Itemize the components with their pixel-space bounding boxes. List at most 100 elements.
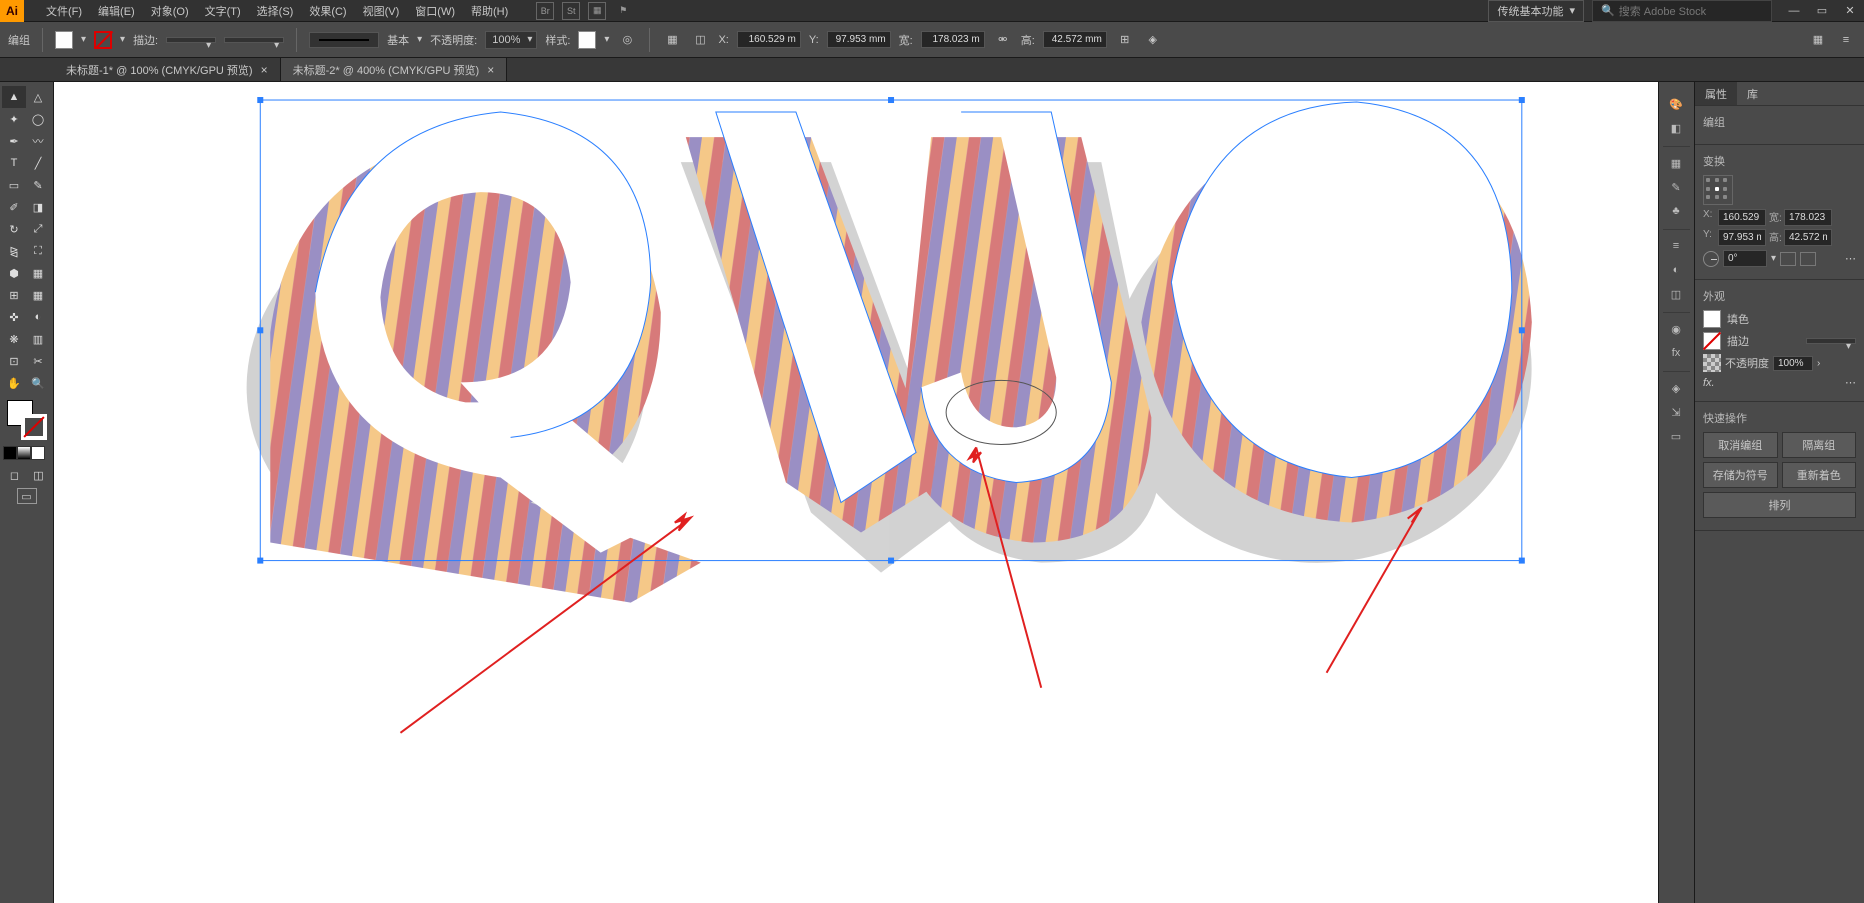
chevron-down-icon[interactable]: ▾ [417,34,422,45]
document-tab[interactable]: 未标题-1* @ 100% (CMYK/GPU 预览) × [54,58,281,81]
fill-color-swatch[interactable] [55,31,73,49]
gradient-panel-icon[interactable]: ◐ [1663,260,1689,280]
selection-tool[interactable]: ▲ [2,86,26,108]
prop-h-input[interactable] [1784,229,1832,246]
prop-angle-input[interactable] [1723,250,1767,267]
transform-icon[interactable]: ◫ [690,30,710,50]
w-input[interactable] [921,31,985,48]
magic-wand-tool[interactable]: ✦ [2,108,26,130]
menu-file[interactable]: 文件(F) [38,0,90,22]
artboard-tool[interactable]: ⊡ [2,350,26,372]
opacity-input[interactable]: 100% [485,31,537,49]
pen-tool[interactable]: ✒ [2,130,26,152]
shaper-tool[interactable]: ✐ [2,196,26,218]
menu-help[interactable]: 帮助(H) [463,0,516,22]
perspective-tool[interactable]: ▦ [26,262,50,284]
h-input[interactable] [1043,31,1107,48]
graphic-style-swatch[interactable] [578,31,596,49]
document-tab[interactable]: 未标题-2* @ 400% (CMYK/GPU 预览) × [281,58,508,81]
prop-x-input[interactable] [1718,209,1766,226]
ungroup-button[interactable]: 取消编组 [1703,432,1778,458]
appearance-stroke-weight[interactable] [1806,338,1856,344]
zoom-tool[interactable]: 🔍 [26,372,50,394]
gradient-tool[interactable]: ▦ [26,284,50,306]
menu-view[interactable]: 视图(V) [355,0,408,22]
save-symbol-button[interactable]: 存储为符号 [1703,462,1778,488]
symbols-panel-icon[interactable]: ♣ [1663,201,1689,221]
more-options-icon[interactable]: ⋯ [1845,252,1856,265]
menu-window[interactable]: 窗口(W) [407,0,463,22]
eyedropper-tool[interactable]: ✜ [2,306,26,328]
bridge-icon[interactable]: Br [536,2,554,20]
opacity-arrow-icon[interactable]: › [1817,358,1820,369]
blend-tool[interactable]: ◐ [26,306,50,328]
isolate-button[interactable]: 隔离组 [1782,432,1857,458]
menu-effect[interactable]: 效果(C) [301,0,354,22]
slice-tool[interactable]: ✂ [26,350,50,372]
swatches-panel-icon[interactable]: ▦ [1663,153,1689,173]
lasso-tool[interactable]: ◯ [26,108,50,130]
fx-label[interactable]: fx. [1703,377,1715,389]
line-tool[interactable]: ╱ [26,152,50,174]
arrange-docs-icon[interactable]: ▦ [588,2,606,20]
minimize-button[interactable]: — [1780,0,1808,22]
arrange-button[interactable]: 排列 [1703,492,1856,518]
flip-horizontal-icon[interactable] [1780,252,1796,266]
appearance-stroke-swatch[interactable] [1703,332,1721,350]
appearance-panel-icon[interactable]: ◉ [1663,319,1689,339]
draw-mode-normal[interactable]: ◻ [3,464,27,486]
mesh-tool[interactable]: ⊞ [2,284,26,306]
prop-w-input[interactable] [1784,209,1832,226]
layers-panel-icon[interactable]: ◈ [1663,378,1689,398]
paintbrush-tool[interactable]: ✎ [26,174,50,196]
prop-y-input[interactable] [1718,229,1766,246]
draw-mode-behind[interactable]: ◫ [27,464,51,486]
curvature-tool[interactable]: 〰 [26,130,50,152]
reference-point-picker[interactable] [1703,175,1733,205]
chevron-down-icon[interactable]: ▾ [1771,253,1776,264]
color-guide-icon[interactable]: ◧ [1663,118,1689,138]
color-panel-icon[interactable]: 🎨 [1663,94,1689,114]
brushes-panel-icon[interactable]: ✎ [1663,177,1689,197]
tab-close-icon[interactable]: × [261,63,268,77]
chevron-down-icon[interactable]: ▾ [604,34,609,45]
transform-each-icon[interactable]: ⊞ [1115,30,1135,50]
solid-color-mode[interactable] [3,446,17,460]
appearance-opacity-input[interactable] [1773,356,1813,371]
fill-stroke-indicator[interactable] [7,400,47,440]
panel-menu-icon[interactable]: ≡ [1836,30,1856,50]
stock-icon[interactable]: St [562,2,580,20]
screen-mode-button[interactable]: ▭ [17,488,37,504]
type-tool[interactable]: T [2,152,26,174]
direct-selection-tool[interactable]: △ [26,86,50,108]
x-input[interactable] [737,31,801,48]
tab-properties[interactable]: 属性 [1695,82,1737,105]
align-icon[interactable]: ▦ [662,30,682,50]
workspace-switcher[interactable]: 传统基本功能 ▾ [1488,0,1584,22]
stroke-panel-icon[interactable]: ≡ [1663,236,1689,256]
symbol-sprayer-tool[interactable]: ❋ [2,328,26,350]
rectangle-tool[interactable]: ▭ [2,174,26,196]
panel-toggle-icon[interactable]: ▦ [1808,30,1828,50]
recolor-button[interactable]: 重新着色 [1782,462,1857,488]
menu-type[interactable]: 文字(T) [197,0,249,22]
flip-vertical-icon[interactable] [1800,252,1816,266]
close-button[interactable]: ✕ [1836,0,1864,22]
menu-object[interactable]: 对象(O) [143,0,197,22]
scale-tool[interactable]: ⤢ [26,218,50,240]
tab-close-icon[interactable]: × [487,63,494,77]
asset-export-icon[interactable]: ⇲ [1663,402,1689,422]
search-stock-input[interactable]: 🔍 搜索 Adobe Stock [1592,0,1772,22]
tab-libraries[interactable]: 库 [1737,82,1768,105]
chevron-down-icon[interactable]: ▾ [120,34,125,45]
none-color-mode[interactable] [31,446,45,460]
graphic-styles-icon[interactable]: fx [1663,343,1689,363]
isolation-icon[interactable]: ◈ [1143,30,1163,50]
width-tool[interactable]: ⧎ [2,240,26,262]
canvas-area[interactable] [54,82,1658,903]
angle-wheel-icon[interactable] [1703,251,1719,267]
menu-select[interactable]: 选择(S) [249,0,302,22]
hand-tool[interactable]: ✋ [2,372,26,394]
menu-edit[interactable]: 编辑(E) [90,0,143,22]
appearance-fill-swatch[interactable] [1703,310,1721,328]
